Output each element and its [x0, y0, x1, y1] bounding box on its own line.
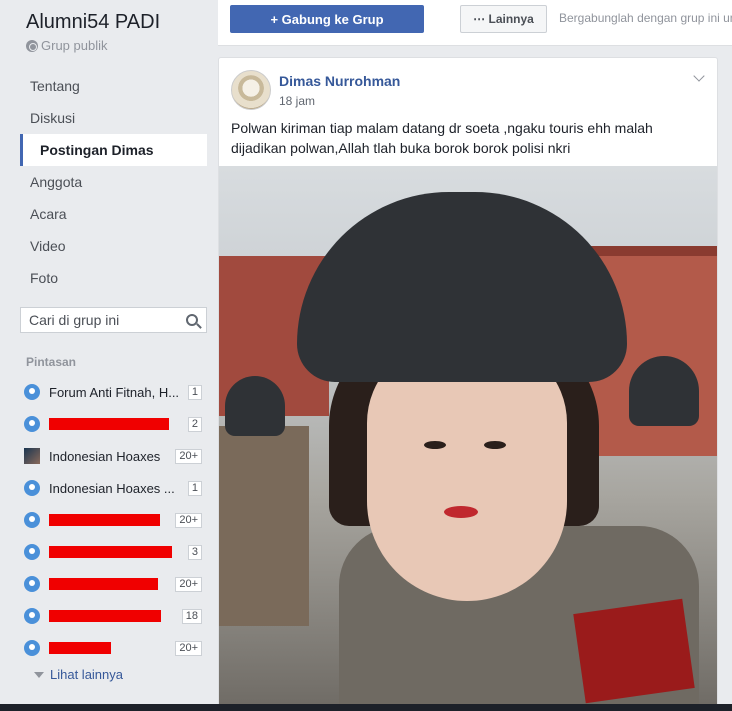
more-button[interactable]: ⋯ Lainnya — [460, 5, 547, 33]
group-action-bar: + Gabung ke Grup ⋯ Lainnya Bergabunglah … — [218, 0, 732, 46]
group-nav: Tentang Diskusi Postingan Dimas Anggota … — [20, 70, 207, 294]
redaction-mark — [49, 642, 111, 654]
redaction-mark — [49, 578, 158, 590]
post-card: Dimas Nurrohman 18 jam Polwan kiriman ti… — [218, 57, 718, 711]
shortcut-badge: 3 — [187, 544, 202, 560]
group-icon — [24, 480, 40, 496]
redaction-mark — [49, 610, 161, 622]
nav-item-video[interactable]: Video — [20, 230, 207, 262]
nav-item-tentang[interactable]: Tentang — [20, 70, 207, 102]
author-avatar[interactable] — [231, 70, 271, 110]
nav-item-anggota[interactable]: Anggota — [20, 166, 207, 198]
shortcut-badge: 20+ — [175, 576, 202, 592]
left-sidebar: Alumni54 PADI Grup publik Tentang Diskus… — [0, 0, 212, 711]
group-search-box[interactable]: Cari di grup ini — [20, 307, 207, 333]
shortcut-badge: 2 — [187, 416, 202, 432]
shortcut-item[interactable]: 3 — [24, 536, 206, 568]
post-options-chevron-icon[interactable] — [693, 70, 705, 82]
shortcut-badge: 20+ — [175, 640, 202, 656]
group-icon — [24, 576, 40, 592]
see-more-label[interactable]: Lihat lainnya — [50, 667, 123, 682]
shortcut-item[interactable]: Indonesian Hoaxes 20+ — [24, 440, 206, 472]
caret-down-icon — [34, 671, 44, 678]
nav-item-diskusi[interactable]: Diskusi — [20, 102, 207, 134]
redaction-mark — [49, 514, 160, 526]
redaction-mark — [49, 418, 169, 430]
post-timestamp[interactable]: 18 jam — [279, 94, 315, 108]
shortcut-item[interactable]: 18 — [24, 600, 206, 632]
shortcut-badge: 1 — [187, 384, 202, 400]
shortcut-item[interactable]: 2 — [24, 408, 206, 440]
shortcut-item[interactable]: 20+ — [24, 632, 206, 664]
photo-officer-helmet — [225, 376, 285, 436]
photo-helmet — [297, 192, 627, 382]
post-text: Polwan kiriman tiap malam datang dr soet… — [231, 120, 653, 156]
shortcuts-list: Forum Anti Fitnah, H... 1 2 Indonesian H… — [24, 376, 206, 664]
group-type-label: Grup publik — [41, 38, 108, 53]
shortcut-badge: 1 — [187, 480, 202, 496]
group-photo-icon — [24, 448, 40, 464]
photo-shoulder-patch — [573, 598, 695, 704]
group-name[interactable]: Alumni54 PADI — [26, 11, 160, 34]
nav-item-postingan-dimas[interactable]: Postingan Dimas — [20, 134, 207, 166]
group-type: Grup publik — [26, 38, 107, 53]
bottom-edge-bar — [0, 704, 732, 711]
shortcut-label[interactable]: Indonesian Hoaxes — [49, 449, 179, 464]
search-input[interactable]: Cari di grup ini — [29, 312, 186, 328]
shortcut-item[interactable]: Indonesian Hoaxes ... 1 — [24, 472, 206, 504]
group-icon — [24, 384, 40, 400]
photo-eye — [484, 441, 506, 449]
post-author[interactable]: Dimas Nurrohman — [279, 73, 400, 89]
group-icon — [24, 416, 40, 432]
nav-item-foto[interactable]: Foto — [20, 262, 207, 294]
photo-lips — [444, 506, 478, 518]
search-icon[interactable] — [186, 314, 198, 326]
see-more-link[interactable]: Lihat lainnya — [34, 667, 123, 682]
group-icon — [24, 640, 40, 656]
nav-item-acara[interactable]: Acara — [20, 198, 207, 230]
shortcut-badge: 20+ — [175, 512, 202, 528]
group-icon — [24, 544, 40, 560]
shortcut-item[interactable]: Forum Anti Fitnah, H... 1 — [24, 376, 206, 408]
shortcut-label[interactable]: Indonesian Hoaxes ... — [49, 481, 179, 496]
shortcut-badge: 18 — [181, 608, 202, 624]
shortcut-item[interactable]: 20+ — [24, 504, 206, 536]
post-photo[interactable] — [219, 166, 717, 710]
shortcut-label[interactable]: Forum Anti Fitnah, H... — [49, 385, 179, 400]
photo-officer-body — [219, 426, 309, 626]
group-icon — [24, 512, 40, 528]
join-group-button[interactable]: + Gabung ke Grup — [230, 5, 424, 33]
photo-officer2-helmet — [629, 356, 699, 426]
shortcuts-title: Pintasan — [26, 355, 77, 369]
shortcut-badge: 20+ — [175, 448, 202, 464]
redaction-mark — [49, 546, 172, 558]
join-hint-text: Bergabunglah dengan grup ini un — [559, 11, 732, 25]
globe-icon — [26, 39, 38, 52]
photo-eye — [424, 441, 446, 449]
shortcut-item[interactable]: 20+ — [24, 568, 206, 600]
group-icon — [24, 608, 40, 624]
